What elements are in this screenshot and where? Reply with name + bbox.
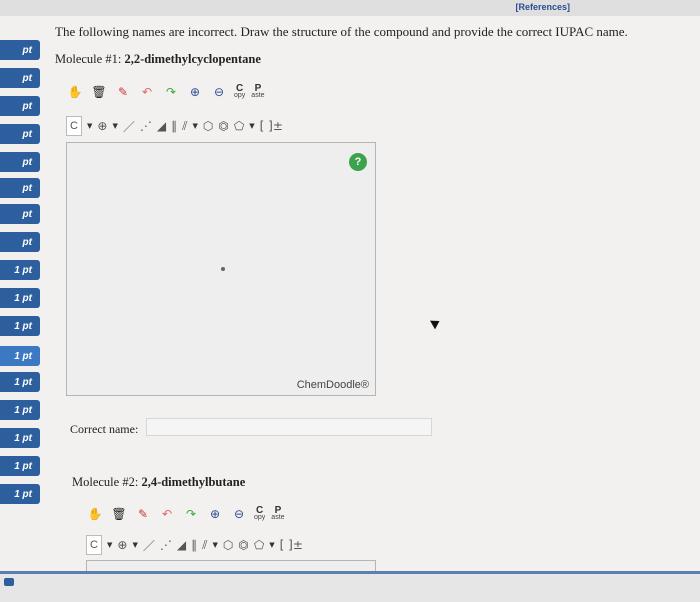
atom-dropdown-icon[interactable]: ▼ xyxy=(87,122,92,130)
wedge-bond-icon[interactable]: ◢ xyxy=(177,538,186,552)
ring-dropdown-icon[interactable]: ▼ xyxy=(269,541,274,549)
double-bond-icon[interactable]: ∥ xyxy=(171,119,177,133)
drawing-canvas-1[interactable]: ? ChemDoodle® xyxy=(66,142,376,396)
molecule-2-name: 2,4-dimethylbutane xyxy=(141,475,246,489)
atom-selector[interactable]: C xyxy=(86,535,102,555)
ring-dropdown-icon[interactable]: ▼ xyxy=(249,122,254,130)
ring-pentagon-icon[interactable]: ⬠ xyxy=(254,538,264,552)
wedge-bond-icon[interactable]: ◢ xyxy=(157,119,166,133)
editor-2-drawing-tools: C ▼ ⊕ ▼ ／ ⋰ ◢ ∥ ⫽ ▼ ⬡ ⏣ ⬠ ▼ [ ]± xyxy=(86,535,303,555)
atom-selector[interactable]: C xyxy=(66,116,82,136)
editor-2-toolbar: ✋ 🗑 ✎ ↶ ↷ ⊕ ⊖ Copy Paste xyxy=(86,506,285,522)
eraser-icon[interactable]: ✎ xyxy=(114,84,132,100)
bond-dropdown-icon[interactable]: ▼ xyxy=(212,541,217,549)
points-tab[interactable]: pt xyxy=(0,68,40,88)
triple-bond-icon[interactable]: ⫽ xyxy=(202,538,207,553)
clear-icon[interactable]: 🗑 xyxy=(90,84,108,100)
points-tab[interactable]: pt xyxy=(0,204,40,224)
hand-icon[interactable]: ✋ xyxy=(86,506,104,522)
charge-dropdown-icon[interactable]: ▼ xyxy=(112,122,117,130)
undo-icon[interactable]: ↶ xyxy=(158,506,176,522)
molecule-1-prefix: Molecule #1: xyxy=(55,52,122,66)
paste-button[interactable]: Paste xyxy=(251,84,264,100)
bottom-bar xyxy=(0,571,700,602)
hashed-bond-icon[interactable]: ⋰ xyxy=(140,119,152,133)
editor-1-drawing-tools: C ▼ ⊕ ▼ ／ ⋰ ◢ ∥ ⫽ ▼ ⬡ ⏣ ⬠ ▼ [ ]± xyxy=(66,116,283,136)
atom-dropdown-icon[interactable]: ▼ xyxy=(107,541,112,549)
charge-dropdown-icon[interactable]: ▼ xyxy=(132,541,137,549)
hand-icon[interactable]: ✋ xyxy=(66,84,84,100)
clear-icon[interactable]: 🗑 xyxy=(110,506,128,522)
references-link[interactable]: [References] xyxy=(515,2,570,12)
points-tab[interactable]: 1 pt xyxy=(0,260,40,280)
eraser-icon[interactable]: ✎ xyxy=(134,506,152,522)
points-tab[interactable]: pt xyxy=(0,178,40,198)
ring-pentagon-icon[interactable]: ⬠ xyxy=(234,119,244,133)
charge-plus-icon[interactable]: ⊕ xyxy=(117,538,127,552)
points-tab[interactable]: 1 pt xyxy=(0,428,40,448)
bracket-charge-icon[interactable]: [ ]± xyxy=(280,538,303,552)
points-tab[interactable]: 1 pt xyxy=(0,316,40,336)
molecule-2-title: Molecule #2: 2,4-dimethylbutane xyxy=(72,475,245,490)
copy-button[interactable]: Copy xyxy=(254,506,265,522)
drawing-canvas-2[interactable] xyxy=(86,560,376,571)
points-tab[interactable]: pt xyxy=(0,232,40,252)
points-tab[interactable]: pt xyxy=(0,124,40,144)
double-bond-icon[interactable]: ∥ xyxy=(191,538,197,552)
editor-1-toolbar: ✋ 🗑 ✎ ↶ ↷ ⊕ ⊖ Copy Paste xyxy=(66,84,265,100)
canvas-dot xyxy=(221,267,225,271)
zoom-out-icon[interactable]: ⊖ xyxy=(210,84,228,100)
redo-icon[interactable]: ↷ xyxy=(182,506,200,522)
help-button[interactable]: ? xyxy=(349,153,367,171)
charge-plus-icon[interactable]: ⊕ xyxy=(97,119,107,133)
copy-button[interactable]: Copy xyxy=(234,84,245,100)
points-tab[interactable]: pt xyxy=(0,152,40,172)
single-bond-icon[interactable]: ／ xyxy=(143,537,155,554)
bond-dropdown-icon[interactable]: ▼ xyxy=(192,122,197,130)
redo-icon[interactable]: ↷ xyxy=(162,84,180,100)
bracket-charge-icon[interactable]: [ ]± xyxy=(260,119,283,133)
single-bond-icon[interactable]: ／ xyxy=(123,118,135,135)
ring-hexagon-icon[interactable]: ⬡ xyxy=(223,538,233,552)
molecule-1-title: Molecule #1: 2,2-dimethylcyclopentane xyxy=(55,52,261,67)
points-tab[interactable]: pt xyxy=(0,40,40,60)
question-instructions: The following names are incorrect. Draw … xyxy=(55,24,628,39)
zoom-in-icon[interactable]: ⊕ xyxy=(206,506,224,522)
answer-label: Correct name: xyxy=(70,422,139,436)
bottom-badge-icon xyxy=(4,578,14,586)
paste-button[interactable]: Paste xyxy=(271,506,284,522)
top-bar: [References] xyxy=(0,0,700,17)
chemdoodle-brand: ChemDoodle® xyxy=(296,379,369,391)
ring-hexagon-icon[interactable]: ⬡ xyxy=(203,119,213,133)
molecule-2-prefix: Molecule #2: xyxy=(72,475,139,489)
ring-benzene-icon[interactable]: ⏣ xyxy=(238,538,248,552)
undo-icon[interactable]: ↶ xyxy=(138,84,156,100)
points-tab[interactable]: 1 pt xyxy=(0,372,40,392)
points-tab[interactable]: 1 pt xyxy=(0,288,40,308)
triple-bond-icon[interactable]: ⫽ xyxy=(182,119,187,134)
question-points-rail: pt pt pt pt pt pt pt pt 1 pt 1 pt 1 pt 1 pt 1 pt 1 pt… xyxy=(0,16,42,571)
points-tab[interactable]: pt xyxy=(0,96,40,116)
hashed-bond-icon[interactable]: ⋰ xyxy=(160,538,172,552)
answer-input[interactable] xyxy=(146,418,432,436)
points-tab[interactable]: 1 pt xyxy=(0,400,40,420)
zoom-in-icon[interactable]: ⊕ xyxy=(186,84,204,100)
zoom-out-icon[interactable]: ⊖ xyxy=(230,506,248,522)
points-tab[interactable]: 1 pt xyxy=(0,484,40,504)
ring-benzene-icon[interactable]: ⏣ xyxy=(218,119,228,133)
molecule-1-name: 2,2-dimethylcyclopentane xyxy=(124,52,261,66)
points-tab[interactable]: 1 pt xyxy=(0,456,40,476)
points-tab[interactable]: 1 pt xyxy=(0,346,40,366)
